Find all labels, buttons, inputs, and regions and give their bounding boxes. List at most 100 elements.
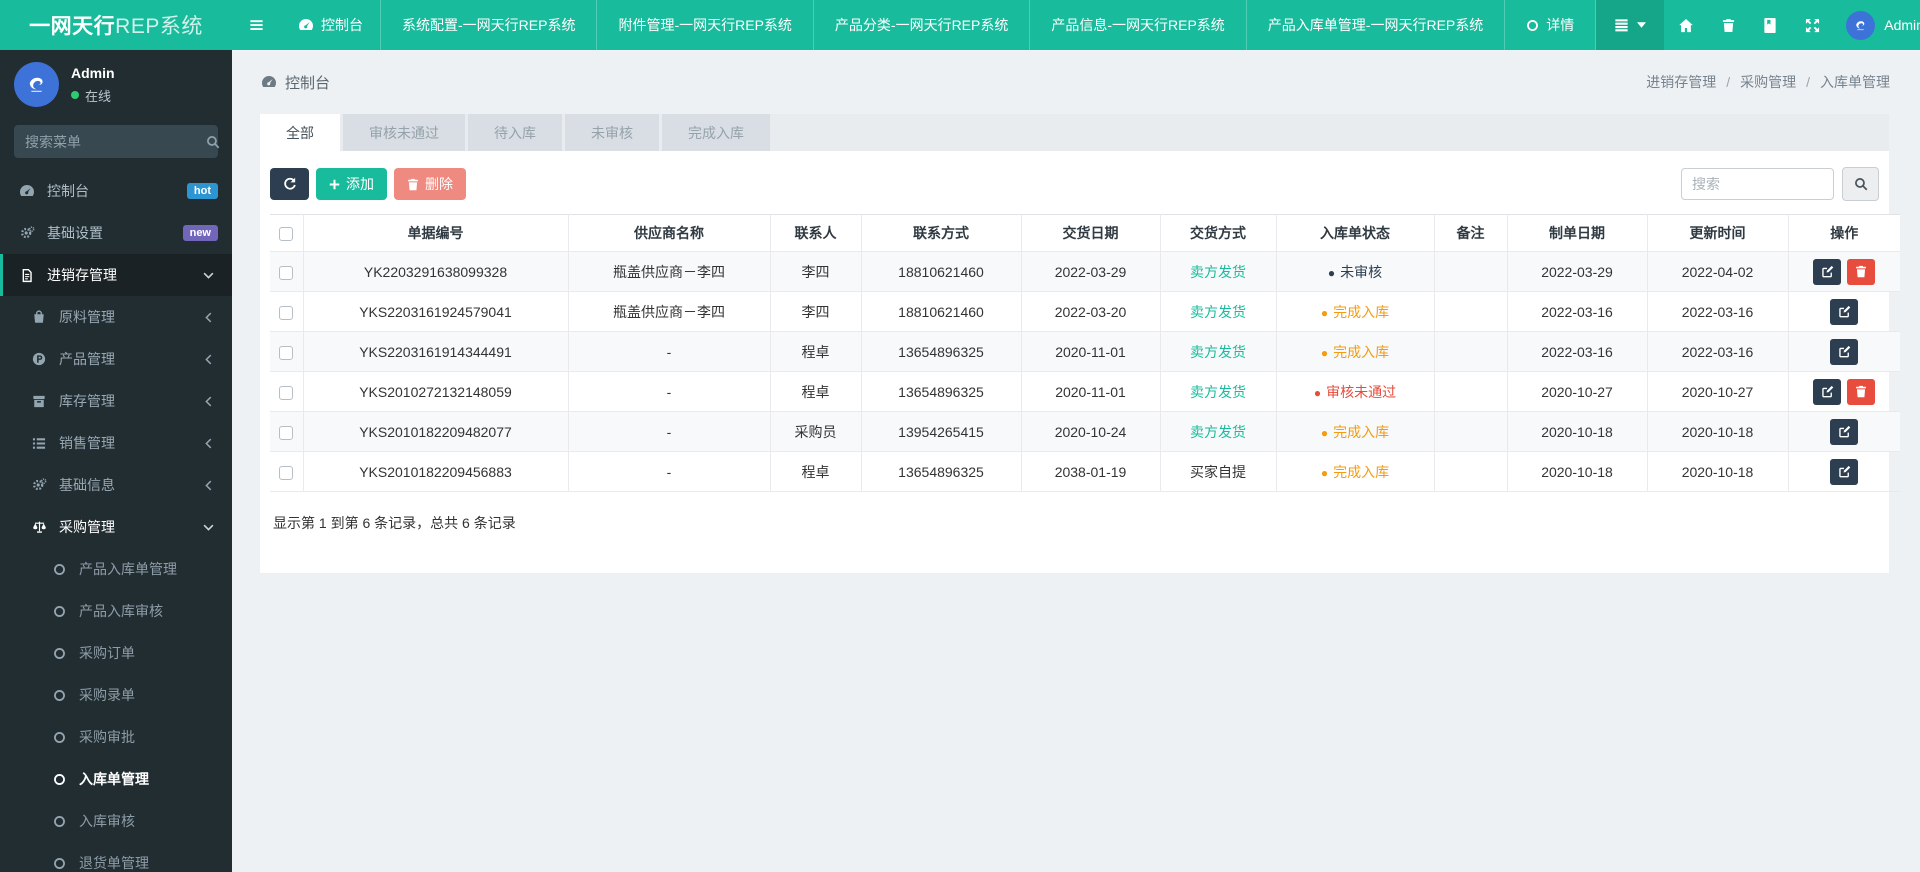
status-label: 完成入库: [1333, 303, 1390, 320]
row-checkbox[interactable]: [279, 265, 294, 280]
filter-tab[interactable]: 完成入库: [662, 114, 770, 151]
row-edit-button[interactable]: [1830, 458, 1859, 485]
username: Admin: [1884, 17, 1920, 33]
navbar-tab[interactable]: 详情: [1504, 0, 1597, 50]
row-delete-button[interactable]: [1847, 378, 1876, 405]
table-row: YKS2010182209482077- 采购员 13954265415 2020-1…: [270, 411, 1900, 452]
trash-sm-icon: [1855, 265, 1867, 278]
sidebar-item[interactable]: 产品入库审核: [0, 590, 232, 632]
column-header: 单据编号: [302, 214, 569, 252]
navbar-tab[interactable]: 附件管理-一网天行REP系统: [596, 0, 812, 50]
row-checkbox[interactable]: [279, 385, 294, 400]
sidebar-item[interactable]: 销售管理: [0, 422, 232, 464]
row-edit-button[interactable]: [1813, 378, 1842, 405]
clear-button[interactable]: [1708, 0, 1749, 50]
sidebar-item[interactable]: 库存管理: [0, 380, 232, 422]
scale-icon: [29, 520, 49, 534]
navbar-tab[interactable]: 产品信息-一网天行REP系统: [1029, 0, 1245, 50]
log-button[interactable]: [1749, 0, 1791, 50]
fullscreen-button[interactable]: [1791, 0, 1834, 50]
row-checkbox[interactable]: [279, 345, 294, 360]
cell-order-no: YKS2203161914344491: [302, 331, 569, 372]
filter-tab[interactable]: 未审核: [565, 114, 659, 151]
cell-contact: 程卓: [769, 451, 862, 492]
filter-tab[interactable]: 待入库: [468, 114, 562, 151]
row-checkbox[interactable]: [279, 305, 294, 320]
navbar-tab[interactable]: 产品入库单管理-一网天行REP系统: [1245, 0, 1504, 50]
brand-bold: 一网天行: [29, 15, 116, 38]
column-header: 联系方式: [860, 214, 1022, 252]
navbar-tab[interactable]: 系统配置-一网天行REP系统: [380, 0, 596, 50]
sidebar-item[interactable]: 采购管理: [0, 506, 232, 548]
search-icon: [206, 135, 220, 149]
filter-tab[interactable]: 全部: [260, 114, 340, 151]
column-header: 交货方式: [1159, 214, 1277, 252]
row-select-cell: [270, 411, 304, 452]
table-search-button[interactable]: [1842, 167, 1879, 201]
gears-icon: [29, 478, 49, 492]
sidebar-item[interactable]: 采购订单: [0, 632, 232, 674]
select-all-checkbox[interactable]: [279, 227, 294, 242]
sidebar-item[interactable]: 入库审核: [0, 800, 232, 842]
sidebar-item[interactable]: 基础信息: [0, 464, 232, 506]
add-button[interactable]: 添加: [316, 168, 387, 200]
user-menu[interactable]: Admin: [1834, 0, 1920, 50]
toolbar: 添加 删除: [270, 167, 1879, 201]
sidebar-item[interactable]: 采购审批: [0, 716, 232, 758]
sidebar-item[interactable]: 原料管理: [0, 296, 232, 338]
cell-updated-date: 2020-10-27: [1646, 371, 1789, 412]
cell-created-date: 2022-03-16: [1506, 291, 1648, 332]
breadcrumb-item[interactable]: 入库单管理: [1820, 72, 1890, 92]
sidebar-toggle-button[interactable]: [232, 0, 281, 50]
status-dot-icon: ●: [1327, 265, 1336, 280]
navbar-right: Admin: [1596, 0, 1920, 50]
sidebar-item[interactable]: 进销存管理: [0, 254, 232, 296]
row-edit-button[interactable]: [1813, 258, 1842, 285]
trash-icon: [1722, 18, 1735, 33]
sidebar-item[interactable]: 入库单管理: [0, 758, 232, 800]
row-edit-button[interactable]: [1830, 338, 1859, 365]
sidebar-item[interactable]: 基础设置 new: [0, 212, 232, 254]
online-dot: [71, 91, 79, 99]
status-dot-icon: ●: [1320, 425, 1329, 440]
table-header-row: 单据编号 供应商名称 联系人 联系方式 交货日期 交货方式 入库单状态 备注 制单日期 更新时间操…: [270, 214, 1900, 252]
sidebar-item[interactable]: 产品管理: [0, 338, 232, 380]
sidebar-item[interactable]: 控制台 hot: [0, 170, 232, 212]
sidebar-item[interactable]: 退货单管理: [0, 842, 232, 872]
layout-menu-dropdown[interactable]: [1596, 0, 1665, 50]
cell-phone: 13954265415: [860, 411, 1022, 452]
column-header: 制单日期: [1506, 214, 1648, 252]
filter-tabs: 全部 审核未通过 待入库 未审核 完成入库: [260, 114, 1889, 151]
navbar-tab[interactable]: 产品分类-一网天行REP系统: [812, 0, 1029, 50]
status-label: 完成入库: [1333, 423, 1390, 440]
avatar: [14, 62, 59, 107]
sidebar-item-label: 销售管理: [59, 435, 115, 451]
home-button[interactable]: [1664, 0, 1708, 50]
dashboard-icon: [261, 75, 277, 89]
row-edit-button[interactable]: [1830, 298, 1859, 325]
gears-icon: [17, 226, 37, 240]
breadcrumb-item[interactable]: 采购管理: [1740, 72, 1796, 92]
row-checkbox[interactable]: [279, 425, 294, 440]
cell-remark: [1433, 331, 1508, 372]
navbar-dashboard-item[interactable]: 控制台: [281, 0, 380, 50]
sidebar-item[interactable]: 采购录单: [0, 674, 232, 716]
sidebar-search-input[interactable]: [25, 133, 206, 150]
sidebar-item[interactable]: 产品入库单管理: [0, 548, 232, 590]
brand-logo[interactable]: 一网天行 REP系统: [0, 0, 232, 50]
refresh-button[interactable]: [270, 168, 309, 200]
sidebar: Admin 在线 控制台 hot 基础设置 new 进销存管理原料管理产品管理库存管理销…: [0, 50, 232, 872]
sidebar-user-name: Admin: [71, 64, 115, 81]
delete-button[interactable]: 删除: [394, 168, 466, 200]
filter-tab[interactable]: 审核未通过: [343, 114, 465, 151]
breadcrumb-item[interactable]: 进销存管理: [1646, 72, 1716, 92]
table-search-input[interactable]: [1681, 168, 1834, 200]
cell-actions: [1787, 251, 1900, 292]
row-checkbox[interactable]: [279, 465, 294, 480]
chevron-left-icon: [198, 480, 218, 491]
cell-contact: 李四: [769, 251, 862, 292]
row-edit-button[interactable]: [1830, 418, 1859, 445]
row-delete-button[interactable]: [1847, 258, 1876, 285]
cell-order-no: YKS2010182209456883: [302, 451, 569, 492]
cell-contact: 采购员: [769, 411, 862, 452]
